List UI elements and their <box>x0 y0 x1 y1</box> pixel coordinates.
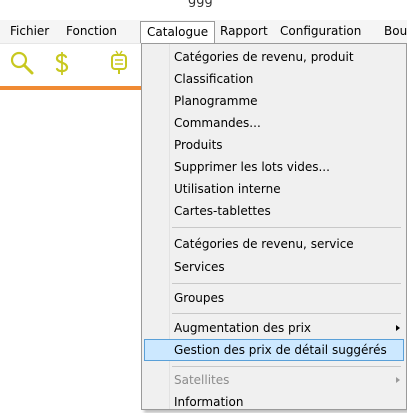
menu-item-label: Commandes... <box>174 116 261 130</box>
catalogue-dropdown-menu: Catégories de revenu, produit Classifica… <box>141 43 407 410</box>
menu-item-categories-revenu-produit[interactable]: Catégories de revenu, produit <box>144 46 404 68</box>
menu-fichier[interactable]: Fichier <box>4 22 55 41</box>
title-bar: ggg <box>0 0 407 20</box>
menu-catalogue[interactable]: Catalogue <box>140 21 216 43</box>
menu-item-commandes[interactable]: Commandes... <box>144 112 404 134</box>
menu-item-augmentation-prix[interactable]: Augmentation des prix <box>144 317 404 339</box>
menu-item-label: Catégories de revenu, produit <box>174 50 354 64</box>
dollar-icon[interactable] <box>48 49 76 80</box>
window-caption: ggg <box>188 0 213 8</box>
menu-item-cartes-tablettes[interactable]: Cartes-tablettes <box>144 200 404 222</box>
menu-configuration[interactable]: Configuration <box>274 22 367 41</box>
menu-item-gestion-prix-detail-suggeres[interactable]: Gestion des prix de détail suggérés <box>144 339 404 361</box>
menu-separator <box>172 366 401 367</box>
menu-item-utilisation-interne[interactable]: Utilisation interne <box>144 178 404 200</box>
menu-item-services[interactable]: Services <box>144 256 404 278</box>
submenu-arrow-icon <box>396 325 400 331</box>
menu-item-produits[interactable]: Produits <box>144 134 404 156</box>
menu-boutique[interactable]: Bout <box>378 22 407 41</box>
menu-item-label: Supprimer les lots vides... <box>174 160 330 174</box>
menu-item-label: Services <box>174 260 225 274</box>
menu-item-label: Utilisation interne <box>174 182 281 196</box>
menu-separator <box>172 227 401 228</box>
menu-item-label: Satellites <box>174 373 230 387</box>
menu-item-planogramme[interactable]: Planogramme <box>144 90 404 112</box>
magnifier-icon[interactable] <box>8 49 36 80</box>
menu-item-categories-revenu-service[interactable]: Catégories de revenu, service <box>144 233 404 255</box>
menu-item-classification[interactable]: Classification <box>144 68 404 90</box>
menu-separator <box>172 313 401 314</box>
menu-item-label: Groupes <box>174 291 225 305</box>
menu-fonction[interactable]: Fonction <box>60 22 123 41</box>
menu-bar: Fichier Fonction Catalogue Rapport Confi… <box>0 20 407 44</box>
lamp-icon[interactable] <box>92 49 138 80</box>
menu-item-label: Augmentation des prix <box>174 321 312 335</box>
menu-item-label: Produits <box>174 138 223 152</box>
menu-item-label: Classification <box>174 72 254 86</box>
submenu-arrow-icon <box>396 377 400 383</box>
menu-item-label: Cartes-tablettes <box>174 204 271 218</box>
menu-item-label: Planogramme <box>174 94 258 108</box>
menu-item-label: Catégories de revenu, service <box>174 237 354 251</box>
menu-item-satellites[interactable]: Satellites <box>144 369 404 391</box>
menu-item-groupes[interactable]: Groupes <box>144 287 404 309</box>
menu-item-label: Gestion des prix de détail suggérés <box>174 343 387 357</box>
menu-item-supprimer-lots-vides[interactable]: Supprimer les lots vides... <box>144 156 404 178</box>
menu-rapport[interactable]: Rapport <box>214 22 274 41</box>
menu-separator <box>172 283 401 284</box>
